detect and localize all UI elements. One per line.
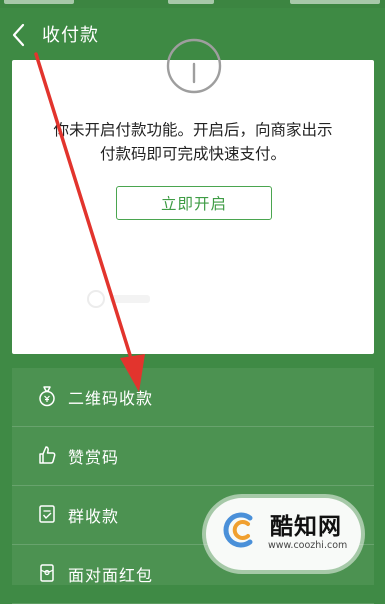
- payment-disabled-card: 你未开启付款功能。开启后，向商家出示 付款码即可完成快速支付。 立即开启: [12, 38, 374, 354]
- qr-money-bag-icon: [39, 386, 55, 407]
- signal-indicators: [4, 0, 74, 4]
- faded-logo-icon: [87, 290, 150, 308]
- system-tray: [290, 0, 380, 4]
- watermark-url: www.coozhi.com: [268, 540, 348, 551]
- menu-item-label: 面对面红包: [68, 566, 154, 585]
- coozhi-logo-icon: [223, 512, 253, 548]
- enable-payment-button[interactable]: 立即开启: [116, 186, 272, 220]
- menu-item-qr-collect[interactable]: 二维码收款: [12, 368, 374, 427]
- page-title: 收付款: [42, 25, 99, 46]
- notice-text: 你未开启付款功能。开启后，向商家出示 付款码即可完成快速支付。: [12, 118, 374, 166]
- clock: [168, 0, 214, 4]
- red-packet-icon: [40, 564, 54, 582]
- watermark-name: 酷知网: [270, 514, 342, 540]
- payment-status-icon: [166, 38, 222, 94]
- chevron-left-icon: [12, 23, 25, 47]
- coozhi-watermark: 酷知网 www.coozhi.com: [206, 498, 361, 570]
- menu-item-label: 赞赏码: [68, 448, 120, 467]
- menu-item-label: 二维码收款: [68, 389, 154, 408]
- thumbs-up-icon: [39, 446, 56, 464]
- menu-item-appreciation-code[interactable]: 赞赏码: [12, 427, 374, 486]
- notice-line-2: 付款码即可完成快速支付。: [99, 145, 286, 163]
- status-bar: [0, 0, 385, 8]
- menu-item-label: 群收款: [68, 507, 120, 526]
- notice-line-1: 你未开启付款功能。开启后，向商家出示: [53, 121, 333, 139]
- group-bill-icon: [39, 505, 55, 523]
- back-button[interactable]: [6, 20, 34, 50]
